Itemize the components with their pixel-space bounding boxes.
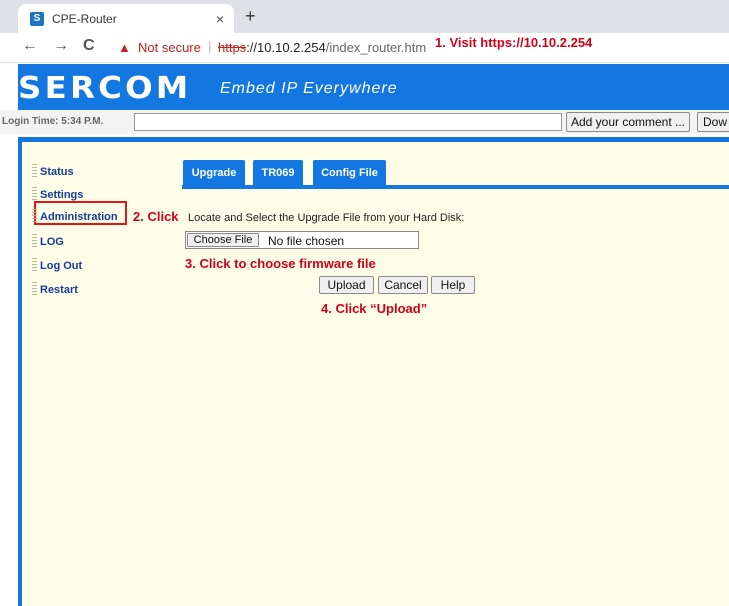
tabs-underline xyxy=(182,185,729,189)
choose-file-button[interactable]: Choose File xyxy=(187,233,259,247)
annotation-step1: 1. Visit https://10.10.2.254 xyxy=(435,35,593,50)
download-button[interactable]: Dow xyxy=(697,112,729,132)
sidebar-item-label: Restart xyxy=(40,284,78,296)
sidebar-item-restart[interactable]: Restart xyxy=(32,282,78,296)
url-field[interactable]: https://10.10.2.254/index_router.htm xyxy=(218,40,426,55)
main-panel: Upgrade TR069 Config File Locate and Sel… xyxy=(180,142,729,606)
router-banner: SERCOM Embed IP Everywhere xyxy=(18,64,729,110)
help-button[interactable]: Help xyxy=(431,276,475,294)
grip-icon xyxy=(32,164,37,177)
sidebar-item-label: Log Out xyxy=(40,260,83,272)
cancel-button[interactable]: Cancel xyxy=(378,276,428,294)
grip-icon xyxy=(32,209,37,222)
tab-upgrade[interactable]: Upgrade xyxy=(183,160,245,185)
sidebar-item-status[interactable]: Status xyxy=(32,164,74,178)
file-input[interactable]: Choose File No file chosen xyxy=(185,231,419,249)
not-secure-label[interactable]: Not secure xyxy=(138,40,201,55)
annotation-step2: 2. Click xyxy=(133,209,179,224)
grip-icon xyxy=(32,234,37,247)
tagline: Embed IP Everywhere xyxy=(220,80,398,97)
login-time-label: Login Time: 5:34 P.M. xyxy=(2,116,104,127)
new-tab-icon[interactable]: + xyxy=(245,6,256,27)
forward-icon[interactable]: → xyxy=(53,37,69,55)
browser-tab-strip: S CPE-Router × + xyxy=(0,0,729,33)
back-icon[interactable]: ← xyxy=(22,37,38,55)
grip-icon xyxy=(32,187,37,200)
sidebar-item-log[interactable]: LOG xyxy=(32,234,64,248)
tab-tr069[interactable]: TR069 xyxy=(253,160,303,185)
warning-icon: ▲ xyxy=(118,40,131,55)
sidebar-item-settings[interactable]: Settings xyxy=(32,187,83,201)
upload-button[interactable]: Upload xyxy=(319,276,374,294)
reload-icon[interactable]: C xyxy=(83,37,95,55)
sidebar-item-label: Administration xyxy=(40,211,118,223)
file-status: No file chosen xyxy=(268,234,345,248)
comment-input[interactable] xyxy=(134,113,562,131)
browser-tab[interactable]: S CPE-Router × xyxy=(18,4,234,33)
sidebar-item-label: Settings xyxy=(40,189,84,201)
sidebar-item-logout[interactable]: Log Out xyxy=(32,258,82,272)
grip-icon xyxy=(32,282,37,295)
upgrade-instruction: Locate and Select the Upgrade File from … xyxy=(188,212,465,224)
url-path: /index_router.htm xyxy=(325,40,427,55)
login-bar: Login Time: 5:34 P.M. Add your comment .… xyxy=(0,110,729,134)
sidebar-item-label: Status xyxy=(40,166,74,178)
sercomm-logo: SERCOM xyxy=(18,71,192,106)
tab-title: CPE-Router xyxy=(52,11,117,26)
sidebar-item-administration[interactable]: Administration xyxy=(32,209,118,223)
tab-close-icon[interactable]: × xyxy=(216,11,224,27)
add-comment-button[interactable]: Add your comment ... xyxy=(566,112,690,132)
sidebar-item-label: LOG xyxy=(40,236,64,248)
site-favicon-icon: S xyxy=(30,11,44,26)
address-separator: | xyxy=(208,39,212,54)
url-scheme: https xyxy=(218,40,247,55)
url-host: ://10.10.2.254 xyxy=(246,40,326,55)
address-bar: ← → C ▲ Not secure | https://10.10.2.254… xyxy=(0,33,729,63)
grip-icon xyxy=(32,258,37,271)
annotation-step3: 3. Click to choose firmware file xyxy=(185,256,376,271)
tab-config-file[interactable]: Config File xyxy=(313,160,386,185)
annotation-step4: 4. Click “Upload” xyxy=(321,301,428,316)
